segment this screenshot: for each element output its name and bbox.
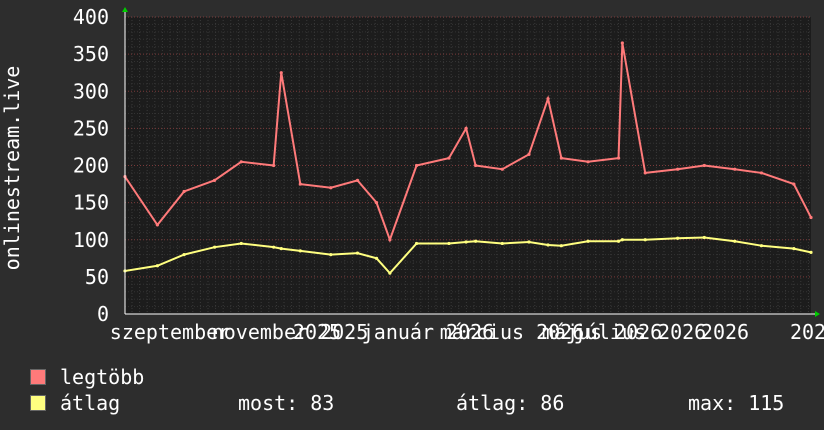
- data-point-0: [447, 156, 451, 160]
- data-point-1: [586, 239, 590, 243]
- data-point-0: [643, 171, 647, 175]
- line-chart: 050100150200250300350400szeptembernovemb…: [0, 5, 824, 344]
- y-tick-label: 300: [73, 79, 109, 103]
- data-point-0: [676, 167, 680, 171]
- data-point-0: [279, 71, 283, 75]
- data-point-0: [155, 223, 159, 227]
- data-point-0: [620, 41, 624, 45]
- data-point-0: [464, 126, 468, 130]
- data-point-1: [355, 251, 360, 255]
- data-point-1: [272, 245, 276, 249]
- data-point-1: [447, 241, 451, 246]
- data-point-1: [155, 264, 159, 268]
- x-tick-label: november 2025: [212, 320, 369, 344]
- data-point-1: [702, 235, 706, 240]
- legend: legtöbb átlag: [30, 364, 144, 416]
- data-point-1: [759, 244, 764, 248]
- data-point-1: [500, 241, 504, 246]
- data-point-1: [620, 238, 624, 242]
- data-point-1: [733, 239, 737, 243]
- stat-now: most: 83: [238, 391, 335, 415]
- stat-avg: átlag: 86: [456, 391, 565, 415]
- x-tick-label: 202: [790, 320, 824, 344]
- data-point-0: [702, 163, 706, 168]
- data-point-1: [809, 250, 813, 254]
- data-point-0: [239, 160, 243, 164]
- data-point-1: [527, 240, 531, 244]
- y-tick-label: 150: [73, 191, 109, 215]
- data-point-1: [212, 245, 217, 249]
- data-point-0: [733, 167, 737, 171]
- data-point-0: [182, 189, 186, 194]
- data-point-1: [279, 247, 283, 251]
- y-tick-label: 250: [73, 116, 109, 140]
- stat-max: max: 115: [688, 391, 785, 415]
- data-point-0: [388, 238, 392, 242]
- data-point-0: [792, 182, 796, 186]
- data-point-0: [414, 163, 419, 168]
- data-point-1: [388, 271, 392, 275]
- data-point-0: [272, 163, 276, 168]
- y-axis-label: onlinestream.live: [0, 66, 24, 271]
- data-point-0: [298, 182, 302, 186]
- y-tick-label: 200: [73, 154, 109, 178]
- data-point-0: [616, 156, 621, 160]
- data-point-0: [474, 163, 478, 168]
- legend-item-avg: átlag: [30, 390, 144, 416]
- data-point-1: [676, 236, 680, 240]
- data-point-0: [527, 152, 531, 156]
- legend-swatch-max: [30, 369, 46, 385]
- data-point-0: [374, 201, 379, 205]
- data-point-1: [374, 256, 379, 260]
- x-axis-arrow: [815, 311, 820, 317]
- data-point-1: [792, 247, 796, 251]
- data-point-1: [182, 253, 186, 257]
- data-point-0: [759, 171, 764, 175]
- data-point-1: [559, 244, 563, 248]
- data-point-1: [643, 238, 647, 242]
- legend-label-avg: átlag: [60, 391, 121, 415]
- data-point-1: [298, 249, 302, 253]
- y-tick-label: 100: [73, 228, 109, 252]
- x-tick-label: július 2026: [574, 320, 706, 344]
- data-point-1: [414, 241, 419, 246]
- data-point-0: [500, 167, 504, 171]
- data-point-0: [586, 160, 590, 164]
- y-tick-label: 0: [97, 302, 109, 326]
- data-point-0: [546, 97, 550, 101]
- x-tick-label: 2025: [293, 320, 341, 344]
- data-point-1: [464, 240, 468, 244]
- data-point-0: [212, 178, 217, 182]
- data-point-0: [329, 186, 333, 190]
- y-tick-label: 400: [73, 5, 109, 29]
- data-point-1: [616, 239, 621, 243]
- data-point-0: [809, 215, 813, 220]
- y-tick-label: 350: [73, 42, 109, 66]
- legend-label-max: legtöbb: [60, 365, 145, 389]
- legend-item-max: legtöbb: [30, 364, 144, 390]
- data-point-1: [474, 239, 478, 243]
- x-tick-label: 2026: [701, 320, 749, 344]
- data-point-0: [355, 178, 360, 182]
- data-point-0: [559, 156, 563, 160]
- y-tick-label: 50: [85, 265, 109, 289]
- y-axis-arrow: [122, 7, 128, 12]
- data-point-1: [239, 241, 243, 246]
- legend-swatch-avg: [30, 395, 46, 411]
- data-point-1: [329, 253, 333, 257]
- data-point-1: [546, 243, 550, 247]
